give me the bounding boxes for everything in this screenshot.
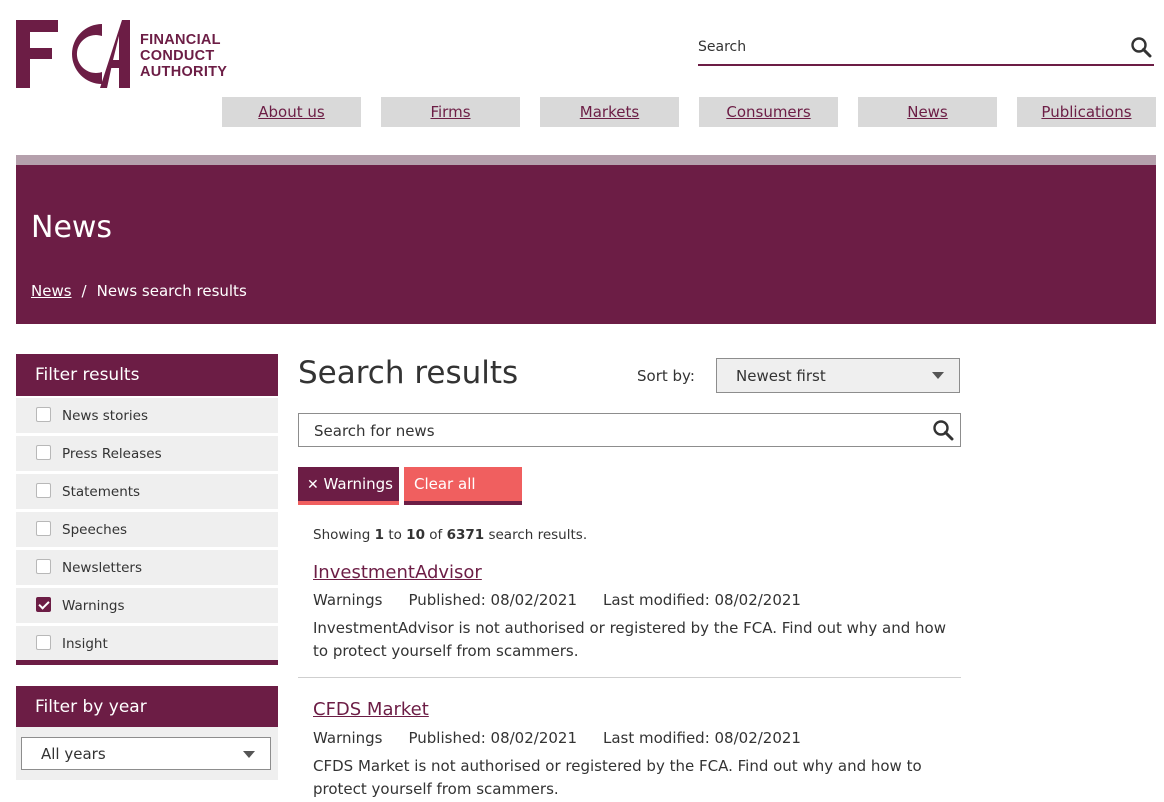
result-type: Warnings [313, 591, 383, 609]
filter-warnings[interactable]: Warnings [16, 588, 278, 623]
close-icon[interactable]: ✕ [307, 477, 319, 493]
logo-line: CONDUCT [140, 48, 215, 64]
count-text: Showing [313, 527, 371, 543]
count-text: of [429, 527, 443, 543]
filter-year-heading: Filter by year [16, 686, 278, 728]
result-modified: Last modified: 08/02/2021 [603, 729, 801, 747]
nav-firms[interactable]: Firms [381, 97, 520, 127]
checkbox[interactable] [36, 483, 51, 498]
site-search-input[interactable]: Search [698, 39, 746, 55]
nav-about-us[interactable]: About us [222, 97, 361, 127]
filter-statements[interactable]: Statements [16, 474, 278, 509]
filter-label: Press Releases [62, 446, 162, 462]
search-icon[interactable] [1130, 36, 1152, 58]
checkbox[interactable] [36, 445, 51, 460]
filter-label: News stories [62, 408, 148, 424]
filter-press-releases[interactable]: Press Releases [16, 436, 278, 471]
nav-publications[interactable]: Publications [1017, 97, 1156, 127]
result-published: Published: 08/02/2021 [408, 591, 578, 609]
result-meta: Warnings Published: 08/02/2021 Last modifi… [313, 591, 827, 609]
page-title: News [31, 210, 113, 245]
checkbox[interactable] [36, 521, 51, 536]
filter-label: Speeches [62, 522, 128, 538]
filter-results-heading: Filter results [16, 354, 278, 396]
result-divider [298, 677, 961, 678]
filter-label: Newsletters [62, 560, 143, 576]
breadcrumb-current: News search results [96, 282, 247, 300]
count-text: search results. [488, 527, 588, 543]
sort-select-value: Newest first [736, 367, 826, 385]
filter-insight[interactable]: Insight [16, 626, 278, 661]
checkbox[interactable] [36, 635, 51, 650]
result-published: Published: 08/02/2021 [408, 729, 578, 747]
chevron-down-icon [932, 372, 944, 379]
result-title-link[interactable]: CFDS Market [313, 699, 429, 720]
checkbox-checked-icon[interactable] [36, 597, 51, 612]
filter-news-stories[interactable]: News stories [16, 398, 278, 433]
logo-line: FINANCIAL [140, 32, 221, 48]
breadcrumb: News / News search results [31, 282, 247, 300]
count-text: to [388, 527, 402, 543]
results-title: Search results [298, 355, 519, 391]
filter-newsletters[interactable]: Newsletters [16, 550, 278, 585]
result-meta: Warnings Published: 08/02/2021 Last modifi… [313, 729, 827, 747]
page-banner: News News / News search results [16, 165, 1156, 324]
nav-news[interactable]: News [858, 97, 997, 127]
year-select[interactable]: All years [21, 737, 271, 770]
result-modified: Last modified: 08/02/2021 [603, 591, 801, 609]
count-from: 1 [374, 527, 385, 543]
logo-line: AUTHORITY [140, 64, 228, 80]
breadcrumb-link-news[interactable]: News [31, 282, 72, 300]
result-title-link[interactable]: InvestmentAdvisor [313, 562, 482, 583]
search-icon[interactable] [932, 419, 954, 441]
count-to: 10 [406, 527, 425, 543]
banner-accent-bar [16, 155, 1156, 165]
result-description: CFDS Market is not authorised or registe… [313, 757, 922, 798]
sort-label: Sort by: [637, 367, 695, 385]
filter-label: Warnings [62, 598, 125, 614]
filter-panel-border [16, 660, 278, 665]
filter-label: Statements [62, 484, 141, 500]
breadcrumb-separator: / [81, 282, 87, 300]
checkbox[interactable] [36, 407, 51, 422]
count-total: 6371 [446, 527, 485, 543]
year-select-value: All years [41, 745, 106, 763]
filter-label: Insight [62, 636, 108, 652]
chip-label: Warnings [323, 475, 394, 493]
nav-consumers[interactable]: Consumers [699, 97, 838, 127]
checkbox[interactable] [36, 559, 51, 574]
chevron-down-icon [243, 751, 255, 758]
sort-select[interactable]: Newest first [716, 358, 960, 393]
result-type: Warnings [313, 729, 383, 747]
fca-wordmark: FINANCIAL CONDUCT AUTHORITY [140, 32, 227, 80]
site-search[interactable]: Search [698, 34, 1154, 66]
result-description: InvestmentAdvisor is not authorised or r… [313, 619, 946, 660]
active-filter-chip[interactable]: ✕ Warnings [298, 467, 399, 505]
news-search-input[interactable] [299, 414, 926, 448]
results-count: Showing 1 to 10 of 6371 search results. [313, 527, 587, 543]
filter-speeches[interactable]: Speeches [16, 512, 278, 547]
news-search[interactable] [298, 413, 961, 448]
nav-markets[interactable]: Markets [540, 97, 679, 127]
clear-filters-button[interactable]: Clear all filters [404, 467, 522, 527]
